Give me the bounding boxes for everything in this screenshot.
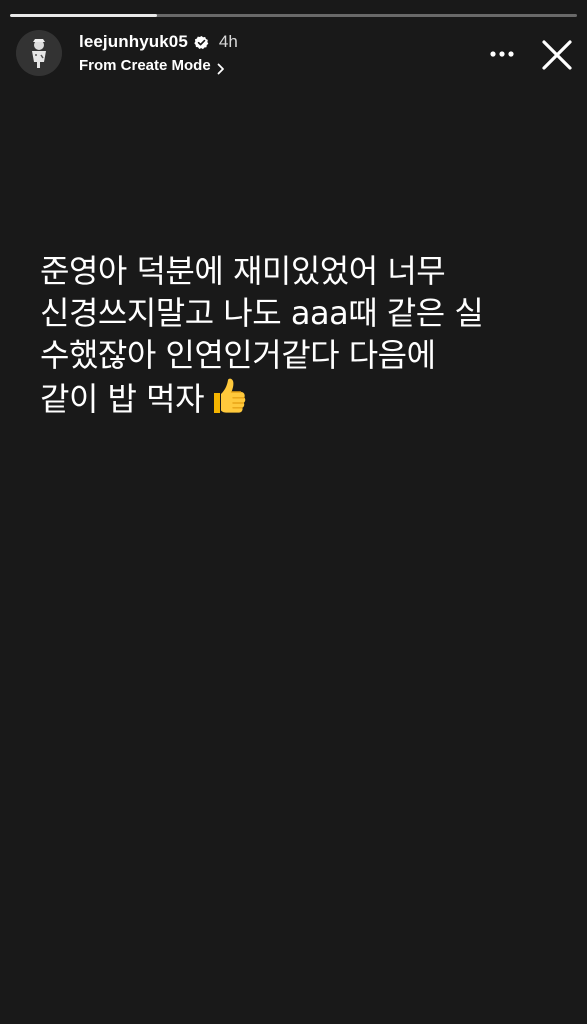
message-last-line: 같이 밥 먹자 [40,376,560,426]
more-horizontal-icon [490,51,514,57]
create-mode-link[interactable]: From Create Mode [79,57,225,74]
user-line: leejunhyuk05 4h [79,30,238,54]
story-progress-fill [10,14,158,17]
close-button[interactable] [540,38,574,72]
message-line: 준영아 덕분에 재미있었어 너무 [40,252,446,290]
message-line: 같이 밥 먹자 [40,380,205,418]
timestamp: 4h [218,32,238,51]
close-icon [542,40,572,70]
message-line: 신경쓰지말고 나도 aaa때 같은 실 [40,294,484,332]
story-header: leejunhyuk05 4h From Create Mode [16,30,572,78]
story-text: 준영아 덕분에 재미있었어 너무 신경쓰지말고 나도 aaa때 같은 실 수했잖… [40,250,560,426]
verified-badge-icon [194,35,209,50]
create-mode-label: From Create Mode [79,57,211,74]
avatar[interactable] [16,30,62,76]
message-line: 수했잖아 인연인거같다 다음에 [40,336,436,374]
more-options-button[interactable] [486,40,518,68]
avatar-image [16,30,62,76]
chevron-right-icon [217,60,225,74]
story-progress-bar [10,14,577,17]
story-view[interactable]: leejunhyuk05 4h From Create Mode 준영아 덕분에… [0,0,587,1024]
thumbs-up-emoji-icon [206,376,248,426]
username[interactable]: leejunhyuk05 [79,32,188,52]
